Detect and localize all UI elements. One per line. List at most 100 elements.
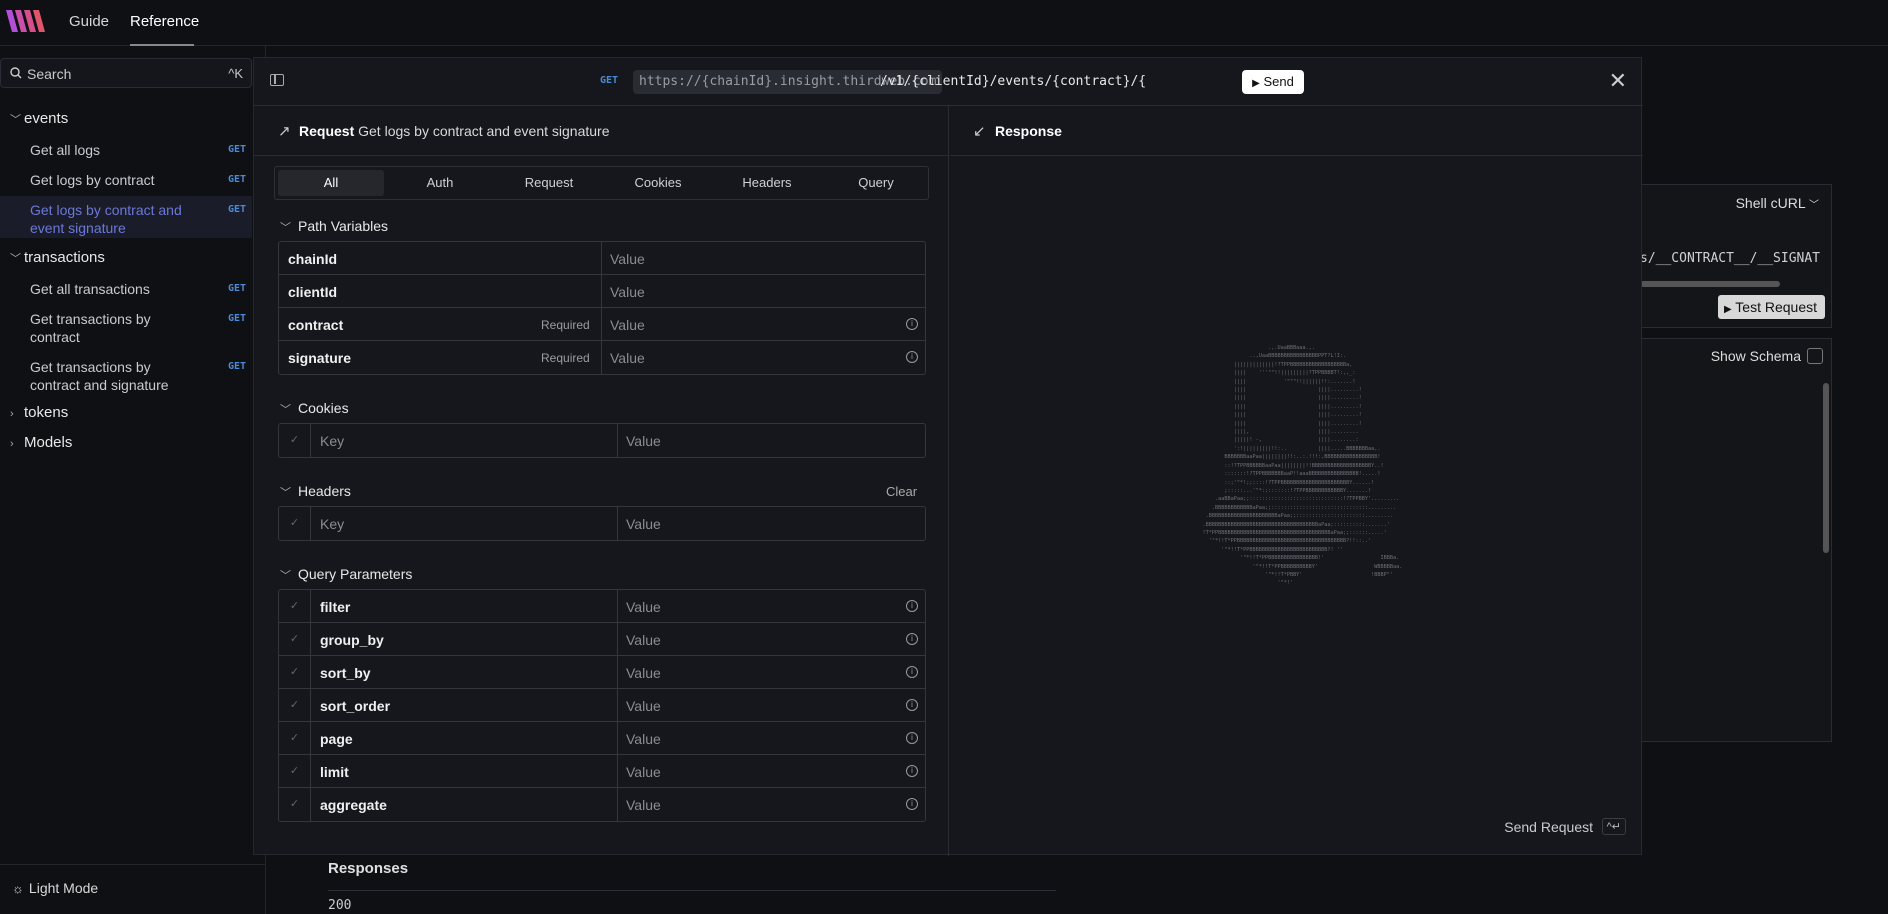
request-label: Request	[299, 123, 355, 139]
test-request-button[interactable]: ▶ Test Request	[1717, 295, 1825, 319]
responses-heading: Responses	[328, 860, 409, 877]
sidebar-item-get-logs-by-contract[interactable]: Get logs by contract GET	[0, 171, 252, 193]
tab-cookies[interactable]: Cookies	[605, 170, 711, 196]
info-icon[interactable]: i	[906, 318, 918, 330]
param-value-input[interactable]: Value	[626, 797, 661, 813]
param-name: page	[320, 731, 353, 747]
show-schema-checkbox[interactable]	[1807, 348, 1823, 364]
logo-icon[interactable]	[6, 8, 46, 34]
check-icon[interactable]: ✓	[279, 755, 311, 787]
info-icon[interactable]: i	[906, 699, 918, 711]
info-icon[interactable]: i	[906, 798, 918, 810]
headers-section-toggle[interactable]: ﹀ Headers	[280, 483, 351, 500]
tab-headers[interactable]: Headers	[714, 170, 820, 196]
nav-reference-link[interactable]: Reference	[130, 13, 199, 30]
param-value-input[interactable]: Value	[626, 632, 661, 648]
check-icon[interactable]: ✓	[279, 689, 311, 721]
info-icon[interactable]: i	[906, 765, 918, 777]
response-header: ↙ Response	[950, 106, 1643, 156]
method-select[interactable]: GET	[600, 75, 618, 86]
table-row: ✓ sort_by Value i	[279, 656, 925, 689]
code-example-panel: Shell cURL ﹀ s/__CONTRACT__/__SIGNAT ▶ T…	[1640, 184, 1832, 328]
sidebar-group-tokens[interactable]: › tokens	[10, 404, 68, 421]
table-row: ✓ Key Value	[279, 424, 925, 457]
url-path-input[interactable]: /v1/{clientId}/events/{contract}/{	[880, 74, 1148, 89]
tab-auth[interactable]: Auth	[387, 170, 493, 196]
sidebar-toggle-icon[interactable]	[270, 74, 284, 86]
clear-headers-button[interactable]: Clear	[886, 484, 917, 499]
method-badge: GET	[227, 313, 246, 324]
tab-all[interactable]: All	[278, 170, 384, 196]
method-badge: GET	[227, 144, 246, 155]
url-bar[interactable]: GET https://{chainId}.insight.thirdweb.c…	[590, 69, 1204, 95]
light-mode-toggle[interactable]: ☼ Light Mode	[12, 880, 98, 896]
horizontal-scrollbar[interactable]	[1640, 281, 1780, 287]
divider	[328, 890, 1056, 891]
search-shortcut: ^K	[228, 66, 243, 81]
search-button[interactable]: Search ^K	[0, 58, 252, 88]
nav-guide-link[interactable]: Guide	[69, 13, 109, 30]
response-label: Response	[995, 123, 1062, 139]
check-icon[interactable]: ✓	[279, 507, 311, 540]
param-name: chainId	[288, 251, 338, 267]
param-name: sort_order	[320, 698, 391, 714]
sidebar-item-get-transactions-by-contract-and-signature[interactable]: Get transactions by contract and signatu…	[0, 358, 252, 396]
sidebar-item-get-logs-by-contract-and-event-signature[interactable]: Get logs by contract and event signature…	[0, 196, 252, 238]
check-icon[interactable]: ✓	[279, 788, 311, 821]
sidebar-item-get-transactions-by-contract[interactable]: Get transactions by contract GET	[0, 310, 252, 348]
param-value-input[interactable]: Value	[610, 317, 645, 333]
sun-icon: ☼	[12, 881, 24, 896]
check-icon[interactable]: ✓	[279, 656, 311, 688]
check-icon[interactable]: ✓	[279, 623, 311, 655]
check-icon[interactable]: ✓	[279, 590, 311, 622]
cookie-value-input[interactable]: Value	[626, 433, 661, 449]
info-icon[interactable]: i	[906, 600, 918, 612]
tab-query[interactable]: Query	[823, 170, 929, 196]
sidebar-group-label: transactions	[24, 249, 105, 266]
close-icon[interactable]: ✕	[1609, 70, 1627, 92]
required-label: Required	[541, 351, 590, 365]
check-icon[interactable]: ✓	[279, 722, 311, 754]
table-row: clientId Value	[279, 275, 925, 308]
chevron-right-icon: ›	[10, 438, 14, 450]
cookie-key-input[interactable]: Key	[320, 433, 344, 449]
response-pane: ↙ Response .,.UaaBBBaaa.,. ..,UaaBBBBBBB…	[950, 106, 1643, 856]
info-icon[interactable]: i	[906, 351, 918, 363]
send-button[interactable]: ▶ Send	[1242, 70, 1304, 94]
sidebar-group-events[interactable]: ﹀ events	[10, 110, 68, 127]
language-select[interactable]: Shell cURL ﹀	[1736, 195, 1819, 211]
param-value-input[interactable]: Value	[610, 350, 645, 366]
send-request-button[interactable]: Send Request	[1504, 819, 1593, 835]
sidebar-group-transactions[interactable]: ﹀ transactions	[10, 249, 105, 266]
info-icon[interactable]: i	[906, 732, 918, 744]
query-parameters-section-toggle[interactable]: ﹀ Query Parameters	[280, 566, 412, 583]
info-icon[interactable]: i	[906, 666, 918, 678]
sidebar-group-models[interactable]: › Models	[10, 434, 72, 451]
table-row: chainId Value	[279, 242, 925, 275]
param-value-input[interactable]: Value	[626, 731, 661, 747]
sidebar-item-label: Get all transactions	[30, 281, 150, 297]
required-label: Required	[541, 318, 590, 332]
check-icon[interactable]: ✓	[279, 424, 311, 457]
chevron-down-icon: ﹀	[280, 404, 291, 416]
info-icon[interactable]: i	[906, 633, 918, 645]
param-value-input[interactable]: Value	[626, 698, 661, 714]
param-value-input[interactable]: Value	[626, 764, 661, 780]
header-key-input[interactable]: Key	[320, 516, 344, 532]
param-value-input[interactable]: Value	[626, 665, 661, 681]
param-value-input[interactable]: Value	[610, 251, 645, 267]
param-value-input[interactable]: Value	[626, 599, 661, 615]
path-variables-section-toggle[interactable]: ﹀ Path Variables	[280, 218, 388, 235]
tab-request[interactable]: Request	[496, 170, 602, 196]
chevron-down-icon: ﹀	[10, 253, 21, 265]
sidebar-item-get-all-transactions[interactable]: Get all transactions GET	[0, 280, 252, 302]
headers-table: ✓ Key Value	[278, 506, 926, 541]
vertical-scrollbar[interactable]	[1823, 383, 1829, 553]
divider	[0, 864, 266, 865]
light-mode-label: Light Mode	[28, 880, 99, 896]
header-value-input[interactable]: Value	[626, 516, 661, 532]
cookies-section-toggle[interactable]: ﹀ Cookies	[280, 400, 349, 417]
sidebar-item-get-all-logs[interactable]: Get all logs GET	[0, 141, 252, 163]
param-value-input[interactable]: Value	[610, 284, 645, 300]
sidebar-item-label-line2: contract	[30, 329, 80, 345]
